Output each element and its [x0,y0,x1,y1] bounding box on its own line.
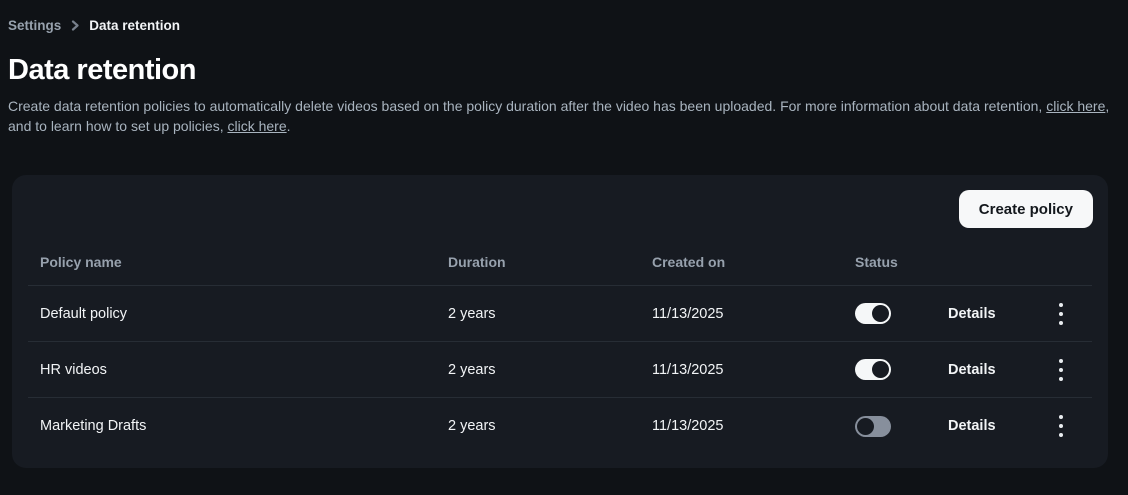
table-row-1: HR videos 2 years 11/13/2025 Details [28,342,1092,398]
policy-duration: 2 years [448,362,652,378]
policies-table: Policy name Duration Created on Status D… [28,238,1092,454]
column-header-status: Status [855,254,948,270]
kebab-menu-icon[interactable] [1054,352,1068,387]
details-button[interactable]: Details [948,418,996,434]
details-button[interactable]: Details [948,362,996,378]
panel-toolbar: Create policy [12,175,1108,228]
policy-created-date: 11/13/2025 [652,362,855,378]
description-text-3: . [287,118,291,134]
status-toggle[interactable] [855,416,891,437]
click-here-link-info[interactable]: click here [1046,98,1105,114]
table-body: Default policy 2 years 11/13/2025 Detail… [28,286,1092,454]
column-header-created-on: Created on [652,254,855,270]
status-toggle[interactable] [855,359,891,380]
kebab-menu-icon[interactable] [1054,409,1068,444]
breadcrumb-data-retention: Data retention [89,18,180,33]
table-row-2: Marketing Drafts 2 years 11/13/2025 Deta… [28,398,1092,454]
policy-name: Default policy [40,306,448,322]
policy-created-date: 11/13/2025 [652,418,855,434]
details-button[interactable]: Details [948,306,996,322]
settings-page: Settings Data retention Data retention C… [0,0,1128,468]
chevron-right-icon [70,20,80,31]
breadcrumb: Settings Data retention [8,18,1120,33]
status-toggle[interactable] [855,303,891,324]
column-header-policy-name: Policy name [40,254,448,270]
policy-name: HR videos [40,362,448,378]
create-policy-button[interactable]: Create policy [959,190,1093,228]
click-here-link-setup[interactable]: click here [227,118,286,134]
policies-panel: Create policy Policy name Duration Creat… [12,175,1108,468]
table-header-row: Policy name Duration Created on Status [28,238,1092,286]
page-title: Data retention [8,54,1120,87]
policy-name: Marketing Drafts [40,418,448,434]
toggle-knob [872,361,889,378]
breadcrumb-settings[interactable]: Settings [8,18,61,33]
page-description: Create data retention policies to automa… [8,96,1120,136]
column-header-duration: Duration [448,254,652,270]
kebab-menu-icon[interactable] [1054,296,1068,331]
table-row-0: Default policy 2 years 11/13/2025 Detail… [28,286,1092,342]
policy-duration: 2 years [448,306,652,322]
policy-duration: 2 years [448,418,652,434]
toggle-knob [872,305,889,322]
policy-created-date: 11/13/2025 [652,306,855,322]
description-text-1: Create data retention policies to automa… [8,98,1046,114]
toggle-knob [857,418,874,435]
